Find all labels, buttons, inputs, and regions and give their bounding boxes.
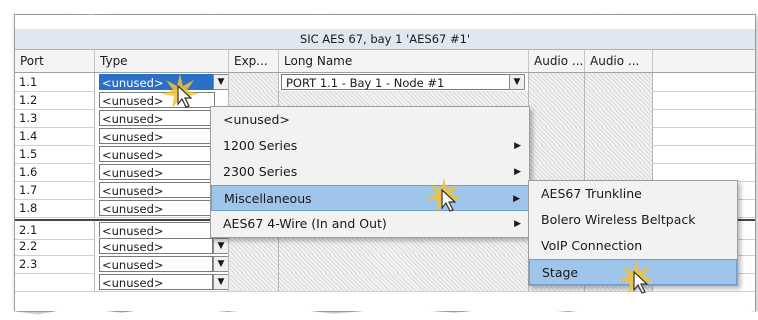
type-cell: <unused> [95,163,229,181]
long-name-cell [279,273,529,291]
port-cell: 1.8 [15,199,95,217]
type-select[interactable]: <unused> [99,110,215,126]
type-cell: <unused> [95,127,229,145]
long-name-cell [279,237,529,255]
type-cell: <unused> [95,145,229,163]
audio-cell [585,127,653,145]
submenu-item-aes67-trunkline[interactable]: AES67 Trunkline [529,181,737,207]
audio-cell [529,91,585,109]
port-cell: 1.7 [15,181,95,199]
chevron-right-icon: ▶ [514,219,521,229]
type-select[interactable]: <unused> [99,164,215,180]
menu-item-label: 1200 Series [223,138,298,153]
chevron-right-icon: ▶ [514,167,521,177]
port-cell: 1.5 [15,145,95,163]
type-select[interactable]: <unused> [99,128,215,144]
column-header-long-name[interactable]: Long Name [279,50,529,72]
type-cell: <unused>▼ [95,255,229,273]
type-dropdown-menu: <unused> 1200 Series ▶ 2300 Series ▶ Misce… [210,106,530,238]
audio-cell [529,145,585,163]
audio-cell [585,91,653,109]
menu-item-miscellaneous[interactable]: Miscellaneous ▶ [211,185,529,211]
audio-cell [585,73,653,91]
audio-cell [529,73,585,91]
column-header-row: Port Type Exp... Long Name Audio ... Aud… [15,50,755,73]
port-cell: 1.3 [15,109,95,127]
menu-item-aes67-4-wire[interactable]: AES67 4-Wire (In and Out) ▶ [211,211,529,237]
audio-cell [529,127,585,145]
mouse-pointer-icon [162,74,198,108]
menu-item-unused[interactable]: <unused> [211,107,529,133]
table-row[interactable]: 1.1 <unused> ▼ PORT 1.1 - Bay 1 - Node #1 ▼ [15,73,755,92]
type-cell: <unused> [95,199,229,217]
column-header-audio-2[interactable]: Audio ... [585,50,653,72]
menu-item-label: Stage [542,265,579,280]
column-header-port[interactable]: Port [15,50,95,72]
type-select[interactable]: <unused> [99,238,213,254]
menu-item-label: VoIP Connection [541,238,643,253]
column-header-audio-1[interactable]: Audio ... [529,50,585,72]
menu-item-1200-series[interactable]: 1200 Series ▶ [211,133,529,159]
menu-item-label: <unused> [223,112,290,127]
submenu-item-bolero-wireless-beltpack[interactable]: Bolero Wireless Beltpack [529,207,737,233]
menu-item-2300-series[interactable]: 2300 Series ▶ [211,159,529,185]
menu-item-label: 2300 Series [223,164,298,179]
type-cell: <unused> [95,181,229,199]
grid-title: SIC AES 67, bay 1 'AES67 #1' [15,29,755,50]
long-name-cell: PORT 1.1 - Bay 1 - Node #1 ▼ [279,73,529,91]
port-cell: 2.2 [15,237,95,255]
exp-cell [229,273,279,291]
column-header-exp[interactable]: Exp... [229,50,279,72]
long-name-cell [279,255,529,273]
exp-cell [229,255,279,273]
mouse-pointer-icon [426,178,462,212]
type-cell: <unused>▼ [95,273,229,291]
type-select[interactable]: <unused> [99,274,213,290]
type-select[interactable]: <unused> [99,200,215,216]
audio-cell [585,109,653,127]
chevron-down-icon[interactable]: ▼ [213,256,228,272]
exp-cell [229,73,279,91]
exp-cell [229,237,279,255]
menu-item-label: AES67 Trunkline [541,186,642,201]
audio-cell [529,163,585,181]
type-select[interactable]: <unused> [99,222,213,238]
menu-item-label: Bolero Wireless Beltpack [541,212,696,227]
column-header-type[interactable]: Type [95,50,229,72]
chevron-down-icon[interactable]: ▼ [509,74,525,90]
audio-cell [529,109,585,127]
menu-item-label: Miscellaneous [224,191,312,206]
port-cell: 1.2 [15,91,95,109]
port-cell [15,273,95,291]
chevron-down-icon[interactable]: ▼ [213,74,228,90]
chevron-down-icon[interactable]: ▼ [213,274,228,290]
audio-cell [585,163,653,181]
port-cell: 1.6 [15,163,95,181]
long-name-select[interactable]: PORT 1.1 - Bay 1 - Node #1 [281,74,525,90]
chevron-right-icon: ▶ [513,194,520,204]
chevron-right-icon: ▶ [514,141,521,151]
port-cell: 2.3 [15,255,95,273]
type-select[interactable]: <unused> [99,146,215,162]
menu-item-label: AES67 4-Wire (In and Out) [223,216,387,231]
mouse-pointer-icon [618,260,654,294]
type-select[interactable]: <unused> [99,182,215,198]
torn-edge-left [0,0,12,320]
type-select[interactable]: <unused> [99,256,213,272]
audio-cell [585,145,653,163]
port-cell: 1.4 [15,127,95,145]
port-cell: 1.1 [15,73,95,91]
chevron-down-icon[interactable]: ▼ [213,238,228,254]
submenu-item-voip-connection[interactable]: VoIP Connection [529,233,737,259]
type-cell: <unused>▼ [95,237,229,255]
